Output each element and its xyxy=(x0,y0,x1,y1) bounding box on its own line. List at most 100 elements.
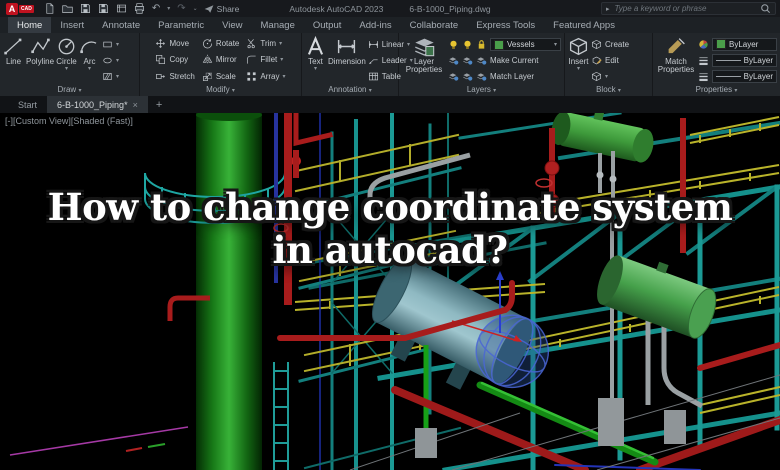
save-icon[interactable] xyxy=(80,3,91,14)
array-icon xyxy=(246,71,257,82)
new-tab-button[interactable]: + xyxy=(148,96,170,113)
layer-on-icon[interactable] xyxy=(448,39,459,50)
tab-express-tools[interactable]: Express Tools xyxy=(467,17,544,33)
layer-properties-button[interactable]: Layer Properties xyxy=(402,35,446,85)
layer-select-dropdown[interactable]: Vessels ▾ xyxy=(490,38,561,51)
tab-parametric[interactable]: Parametric xyxy=(149,17,213,33)
viewport-controls[interactable]: [-][Custom View][Shaded (Fast)] xyxy=(5,116,133,126)
panel-block: Insert▾ Create Edit ▾ Block ▾ xyxy=(565,33,653,96)
app-logo[interactable]: A CAD xyxy=(6,3,34,15)
create-block-button[interactable]: Create xyxy=(591,39,629,50)
file-tab-start[interactable]: Start xyxy=(8,96,47,113)
caption-overlay: How to change coordinate system in autoc… xyxy=(0,186,780,272)
tab-featured-apps[interactable]: Featured Apps xyxy=(544,17,624,33)
arc-button[interactable]: Arc▾ xyxy=(79,35,100,85)
copy-icon xyxy=(155,54,166,65)
title-bar: A CAD ↶ ▾ ↷ ⌄ Share Autodesk AutoCAD 202… xyxy=(0,0,780,17)
panel-label-block[interactable]: Block ▾ xyxy=(565,85,652,96)
layer-properties-icon xyxy=(414,36,435,57)
color-wheel-icon xyxy=(698,39,709,50)
stretch-button[interactable]: Stretch xyxy=(155,68,194,85)
search-icon[interactable] xyxy=(760,3,771,14)
new-file-icon[interactable] xyxy=(44,3,55,14)
make-current-icon xyxy=(476,55,487,66)
close-tab-icon[interactable]: × xyxy=(133,100,138,110)
layer-tool-icon xyxy=(462,71,473,82)
linetype-dropdown[interactable]: ByLayer xyxy=(712,70,777,83)
polyline-button[interactable]: Polyline xyxy=(26,35,54,85)
block-more-button[interactable]: ▾ xyxy=(591,71,629,82)
lineweight-preview xyxy=(716,60,741,61)
panel-label-annotation[interactable]: Annotation ▾ xyxy=(302,85,398,96)
layer-tool-icon xyxy=(448,71,459,82)
trim-button[interactable]: Trim▾ xyxy=(246,35,285,52)
match-layer-button[interactable]: Match Layer xyxy=(448,71,561,82)
layer-lock-icon[interactable] xyxy=(476,39,487,50)
match-properties-icon xyxy=(666,36,687,57)
search-input[interactable]: ▸ Type a keyword or phrase xyxy=(601,2,776,15)
move-button[interactable]: Move xyxy=(155,35,194,52)
match-properties-button[interactable]: Match Properties xyxy=(656,35,696,85)
panel-label-modify[interactable]: Modify ▾ xyxy=(140,85,301,96)
scale-button[interactable]: Scale xyxy=(202,68,240,85)
tab-manage[interactable]: Manage xyxy=(252,17,304,33)
mirror-icon xyxy=(202,54,213,65)
rotate-button[interactable]: Rotate xyxy=(202,35,240,52)
layer-freeze-icon[interactable] xyxy=(462,39,473,50)
rectangle-icon xyxy=(102,39,113,50)
print-icon[interactable] xyxy=(134,3,145,14)
save-as-icon[interactable] xyxy=(98,3,109,14)
tab-output[interactable]: Output xyxy=(304,17,351,33)
line-button[interactable]: Line xyxy=(3,35,24,85)
hatch-button[interactable]: ▾ xyxy=(102,71,119,82)
plot-icon[interactable] xyxy=(116,3,127,14)
rectangle-button[interactable]: ▾ xyxy=(102,39,119,50)
tab-collaborate[interactable]: Collaborate xyxy=(401,17,468,33)
ribbon: Line Polyline Circle▾ Arc▾ ▾ ▾ ▾ Draw ▾ … xyxy=(0,33,780,96)
tab-add-ins[interactable]: Add-ins xyxy=(350,17,400,33)
tab-view[interactable]: View xyxy=(213,17,251,33)
layer-tool-icon xyxy=(448,55,459,66)
ellipse-button[interactable]: ▾ xyxy=(102,55,119,66)
linetype-icon xyxy=(698,71,709,82)
share-button[interactable]: Share xyxy=(204,4,240,14)
drawing-viewport[interactable]: [-][Custom View][Shaded (Fast)] xyxy=(0,113,780,470)
dimension-button[interactable]: Dimension xyxy=(328,35,366,85)
tab-insert[interactable]: Insert xyxy=(51,17,93,33)
caption-line-2: in autocad? xyxy=(0,229,780,272)
redo-button[interactable]: ↷ xyxy=(177,4,185,14)
caption-line-1: How to change coordinate system xyxy=(0,186,780,229)
text-button[interactable]: Text▾ xyxy=(305,35,326,85)
array-button[interactable]: Array▾ xyxy=(246,68,285,85)
open-file-icon[interactable] xyxy=(62,3,73,14)
layer-tool-icon xyxy=(462,55,473,66)
file-tab-bar: Start 6-B-1000_Piping* × + xyxy=(0,96,780,113)
insert-block-button[interactable]: Insert▾ xyxy=(568,35,589,85)
make-current-button[interactable]: Make Current xyxy=(448,55,561,66)
file-tab-document[interactable]: 6-B-1000_Piping* × xyxy=(47,96,148,113)
panel-label-properties[interactable]: Properties ▾ xyxy=(653,85,780,96)
panel-label-draw[interactable]: Draw ▾ xyxy=(0,85,139,96)
copy-button[interactable]: Copy xyxy=(155,52,194,69)
edit-block-button[interactable]: Edit xyxy=(591,55,629,66)
quick-access-toolbar: ↶ ▾ ↷ ⌄ xyxy=(44,3,198,14)
qat-overflow-icon[interactable]: ⌄ xyxy=(193,5,198,12)
panel-layers: Layer Properties Vessels ▾ xyxy=(399,33,565,96)
fillet-button[interactable]: Fillet▾ xyxy=(246,52,285,69)
block-attributes-icon xyxy=(591,71,602,82)
mirror-button[interactable]: Mirror xyxy=(202,52,240,69)
object-color-dropdown[interactable]: ByLayer xyxy=(712,38,777,51)
rotate-icon xyxy=(202,38,213,49)
circle-button[interactable]: Circle▾ xyxy=(56,35,77,85)
undo-dropdown-icon[interactable]: ▾ xyxy=(167,5,170,12)
layer-color-swatch xyxy=(494,40,504,50)
undo-button[interactable]: ↶ xyxy=(152,4,160,14)
lineweight-dropdown[interactable]: ByLayer xyxy=(712,54,777,67)
insert-block-icon xyxy=(568,36,589,57)
trim-icon xyxy=(246,38,257,49)
document-title: 6-B-1000_Piping.dwg xyxy=(409,4,490,14)
tab-home[interactable]: Home xyxy=(8,17,51,33)
tab-annotate[interactable]: Annotate xyxy=(93,17,149,33)
panel-label-layers[interactable]: Layers ▾ xyxy=(399,85,564,96)
linear-icon xyxy=(368,39,379,50)
